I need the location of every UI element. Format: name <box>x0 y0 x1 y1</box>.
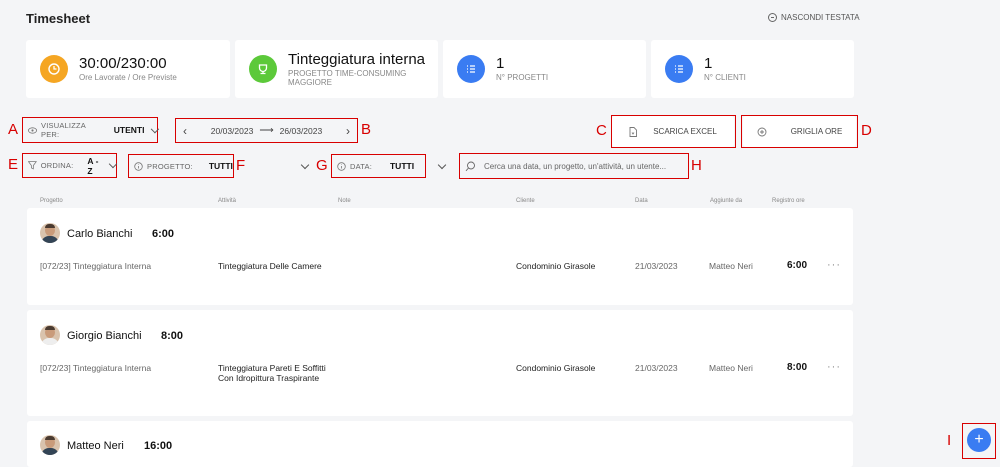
more-options-icon[interactable]: ··· <box>827 361 841 373</box>
chevron-left-icon[interactable]: ‹ <box>183 124 187 138</box>
avatar <box>40 435 60 455</box>
search-input[interactable]: Cerca una data, un progetto, un'attività… <box>459 153 689 179</box>
row-added-by: Matteo Neri <box>709 261 753 271</box>
annotation-e: E <box>8 156 19 173</box>
projects-count-card: 1 N° PROGETTI <box>443 40 646 98</box>
page-title: Timesheet <box>26 11 91 26</box>
annotation-box-d <box>741 115 858 148</box>
user-total-hours: 16:00 <box>144 440 173 452</box>
projects-count: 1 <box>496 55 505 72</box>
row-date: 21/03/2023 <box>635 261 678 271</box>
top-project-card: Tinteggiatura interna PROGETTO TIME-CONS… <box>235 40 438 98</box>
user-entry-card: Matteo Neri 16:00 <box>27 421 853 467</box>
clients-caption: N° CLIENTI <box>704 73 746 82</box>
table-row[interactable]: [072/23] Tinteggiatura Interna Tinteggia… <box>27 361 853 402</box>
row-activity: Tinteggiatura Delle Camere <box>218 261 322 271</box>
annotation-f: F <box>236 157 246 174</box>
hours-summary-card: 30:00/230:00 Ore Lavorate / Ore Previste <box>26 40 230 98</box>
row-hours: 8:00 <box>787 362 808 373</box>
date-filter-value: TUTTI <box>389 161 415 171</box>
annotation-box-c <box>611 115 736 148</box>
search-placeholder: Cerca una data, un progetto, un'attività… <box>484 161 667 171</box>
date-filter-dropdown[interactable]: DATA: TUTTI <box>331 154 426 178</box>
info-circle-icon <box>134 161 143 171</box>
order-value: A -Z <box>87 155 99 176</box>
trophy-icon <box>249 55 277 83</box>
projects-caption: N° PROGETTI <box>496 73 549 82</box>
eye-icon <box>28 126 37 134</box>
avatar <box>40 223 60 243</box>
chevron-right-icon[interactable]: › <box>346 124 350 138</box>
list-icon <box>665 55 693 83</box>
row-project: [072/23] Tinteggiatura Interna <box>40 261 152 271</box>
annotation-h: H <box>691 157 702 174</box>
date-to: 26/03/2023 <box>279 125 323 136</box>
table-row[interactable]: [072/23] Tinteggiatura Interna Tinteggia… <box>27 259 853 290</box>
column-header-added-by: Aggiunte da <box>710 198 743 204</box>
user-total-hours: 6:00 <box>152 228 175 240</box>
row-hours: 6:00 <box>787 260 808 271</box>
user-entry-card: Giorgio Bianchi 8:00 [072/23] Tinteggiat… <box>27 310 853 416</box>
list-icon <box>457 55 485 83</box>
user-name: Carlo Bianchi <box>67 228 133 240</box>
clients-count: 1 <box>704 55 713 72</box>
chevron-down-icon <box>150 124 159 133</box>
info-circle-icon <box>337 161 346 171</box>
row-activity: Tinteggiatura Pareti E Soffitti Con Idro… <box>218 363 326 383</box>
more-options-icon[interactable]: ··· <box>827 259 841 271</box>
chevron-down-icon <box>108 159 118 169</box>
order-dropdown[interactable]: ORDINA: A -Z <box>22 153 118 178</box>
hide-header-label: NASCONDI TESTATA <box>781 13 860 22</box>
column-header-activity: Attività <box>218 198 237 204</box>
date-range-picker[interactable]: ‹ 20/03/2023 ⟶ 26/03/2023 › <box>175 118 358 143</box>
user-name: Giorgio Bianchi <box>67 330 142 342</box>
chevron-down-icon[interactable] <box>300 160 310 170</box>
annotation-i: I <box>947 432 952 449</box>
column-header-date: Data <box>635 198 648 204</box>
order-label: ORDINA: <box>40 161 74 170</box>
view-by-dropdown[interactable]: VISUALIZZA PER: UTENTI <box>22 117 159 143</box>
row-added-by: Matteo Neri <box>709 363 753 373</box>
date-filter-label: DATA: <box>350 161 372 171</box>
add-entry-button[interactable]: + <box>967 428 991 452</box>
annotation-c: C <box>596 122 607 139</box>
view-by-value: UTENTI <box>113 125 145 135</box>
date-from: 20/03/2023 <box>210 125 254 136</box>
arrow-right-icon: ⟶ <box>259 125 274 136</box>
column-header-notes: Note <box>338 198 351 204</box>
row-client: Condominio Girasole <box>516 363 596 373</box>
column-header-client: Cliente <box>516 198 535 204</box>
chevron-down-icon[interactable] <box>437 160 447 170</box>
column-header-project: Progetto <box>40 198 63 204</box>
hours-caption: Ore Lavorate / Ore Previste <box>79 73 177 82</box>
row-client: Condominio Girasole <box>516 261 596 271</box>
row-date: 21/03/2023 <box>635 363 678 373</box>
annotation-b: B <box>361 121 372 138</box>
filter-icon <box>28 161 37 170</box>
row-project: [072/23] Tinteggiatura Interna <box>40 363 152 373</box>
user-name: Matteo Neri <box>67 440 124 452</box>
view-by-label: VISUALIZZA PER: <box>41 121 86 139</box>
hide-header-button[interactable]: NASCONDI TESTATA <box>768 13 860 22</box>
user-entry-card: Carlo Bianchi 6:00 [072/23] Tinteggiatur… <box>27 208 853 305</box>
annotation-a: A <box>8 121 19 138</box>
top-project-caption: PROGETTO TIME-CONSUMING MAGGIORE <box>288 68 407 87</box>
avatar <box>40 325 60 345</box>
project-filter-dropdown[interactable]: PROGETTO: TUTTI <box>128 154 234 178</box>
annotation-g: G <box>316 157 328 174</box>
minus-circle-icon <box>768 13 777 22</box>
hours-value: 30:00/230:00 <box>79 55 167 72</box>
annotation-d: D <box>861 122 872 139</box>
project-filter-label: PROGETTO: <box>147 161 193 171</box>
clients-count-card: 1 N° CLIENTI <box>651 40 854 98</box>
top-project-name: Tinteggiatura interna <box>288 50 426 68</box>
search-icon <box>465 161 475 171</box>
clock-icon <box>40 55 68 83</box>
user-total-hours: 8:00 <box>161 330 184 342</box>
project-filter-value: TUTTI <box>208 161 233 171</box>
column-header-hours: Registro ore <box>772 198 805 204</box>
